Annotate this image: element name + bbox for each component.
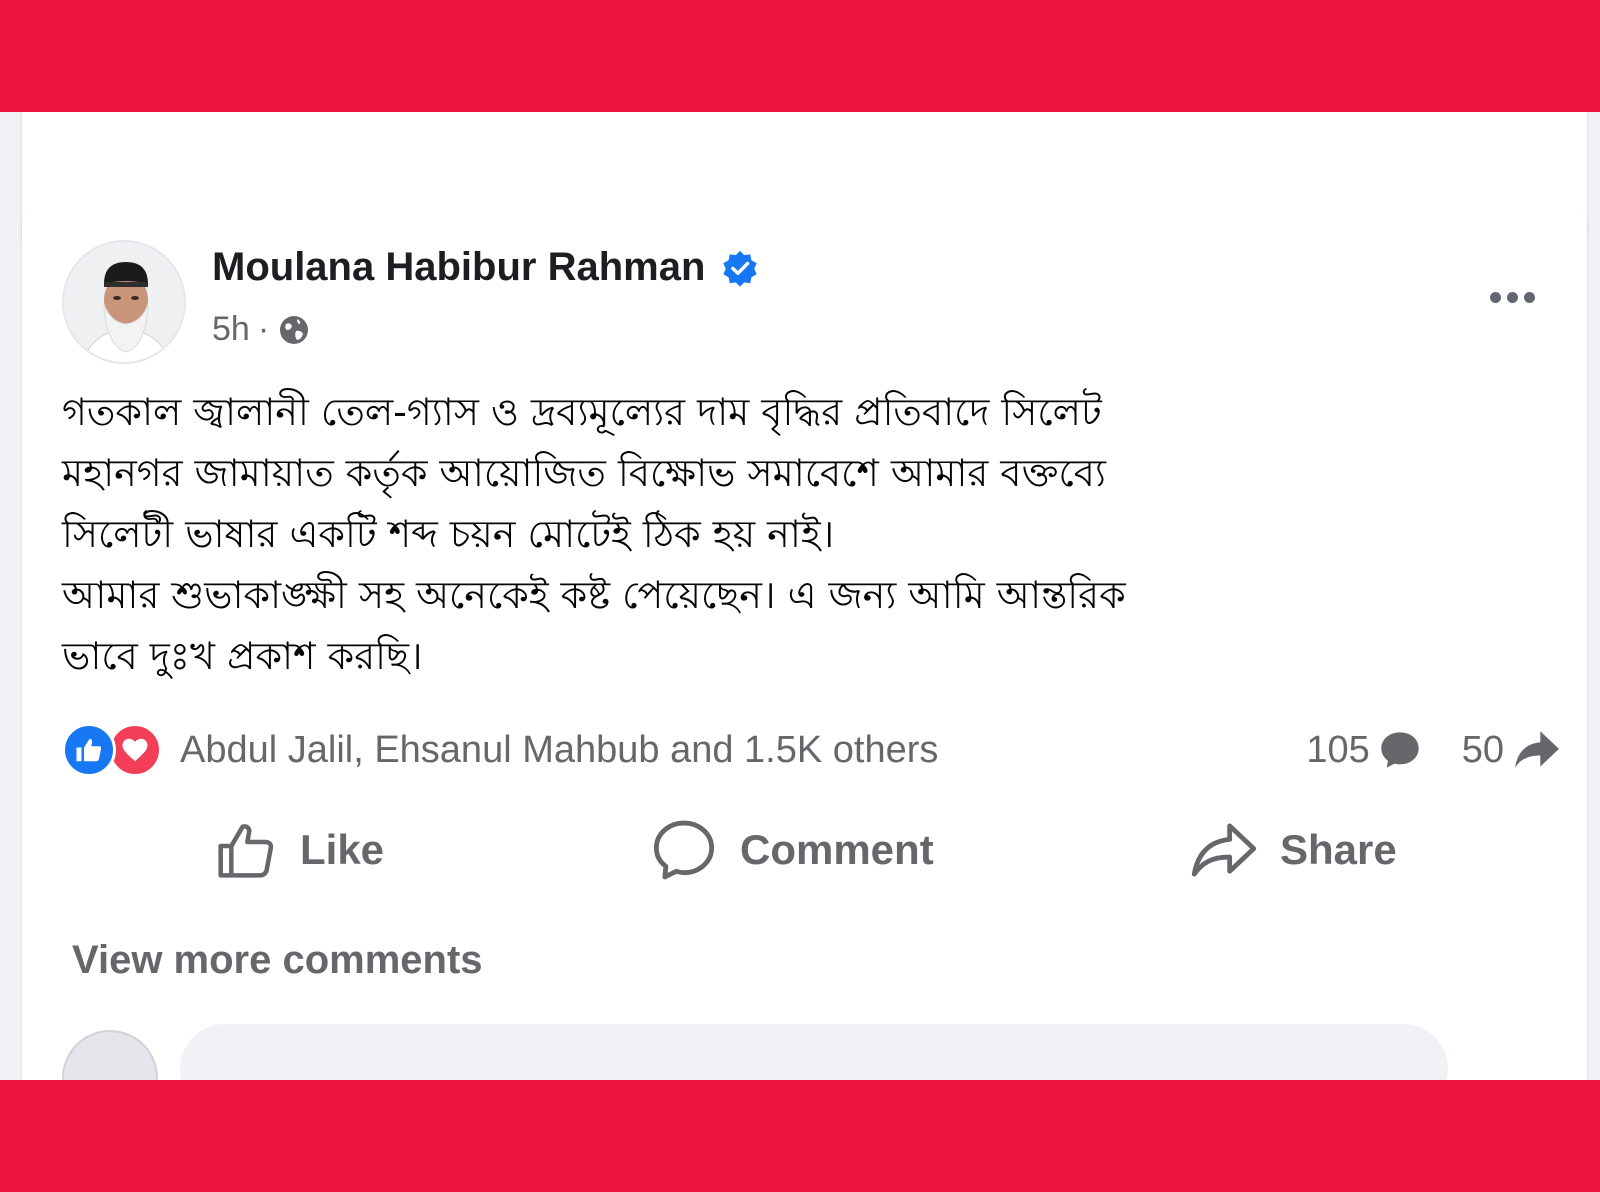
share-button-label: Share: [1280, 826, 1397, 873]
share-icon: [1191, 823, 1257, 877]
more-dot: [1523, 291, 1535, 303]
thumbs-up-icon: [218, 824, 274, 878]
post-meta: 5h ·: [212, 310, 311, 349]
like-reaction-glyph: [76, 738, 102, 762]
share-count-value: 50: [1461, 728, 1504, 771]
top-red-band: [0, 0, 1600, 112]
comment-input-field[interactable]: [180, 1024, 1448, 1080]
like-reaction-icon: [62, 723, 116, 777]
author-name-row: Moulana Habibur Rahman: [212, 245, 759, 290]
bottom-red-band: [0, 1080, 1600, 1192]
post-card: Moulana Habibur Rahman 5h · গতকাল জ্বালা…: [22, 200, 1587, 1080]
reaction-icons[interactable]: [62, 723, 162, 777]
author-name[interactable]: Moulana Habibur Rahman: [212, 245, 705, 290]
more-options-icon[interactable]: [1477, 282, 1547, 312]
comment-count[interactable]: 105: [1306, 728, 1421, 772]
news-feed: Moulana Habibur Rahman 5h · গতকাল জ্বালা…: [0, 112, 1600, 1080]
share-button[interactable]: Share: [1190, 810, 1397, 890]
love-reaction-icon: [108, 723, 162, 777]
like-button-label: Like: [300, 826, 385, 873]
comment-count-value: 105: [1306, 728, 1370, 771]
more-dot: [1489, 291, 1501, 303]
share-arrow-icon: [1515, 731, 1559, 768]
reactions-summary: Abdul Jalil, Ehsanul Mahbub and 1.5K oth…: [62, 722, 1562, 778]
post-actions: Like Comment Share: [22, 810, 1587, 890]
post-timestamp[interactable]: 5h: [212, 310, 250, 349]
share-count[interactable]: 50: [1462, 728, 1562, 772]
post-body-line: ভাবে দুঃখ প্রকাশ করছি।: [62, 634, 423, 678]
like-button[interactable]: Like: [214, 810, 384, 890]
post-body: গতকাল জ্বালানী তেল-গ্যাস ও দ্রব্যমূল্যের…: [62, 382, 1552, 687]
post-body-line: মহানগর জামায়াত কর্তৃক আয়োজিত বিক্ষোভ স…: [62, 451, 1106, 495]
post-body-line: সিলেটী ভাষার একটি শব্দ চয়ন মোটেই ঠিক হয…: [62, 512, 835, 556]
author-avatar[interactable]: [62, 240, 186, 364]
comment-button-label: Comment: [740, 826, 934, 873]
verified-badge-icon: [723, 250, 758, 287]
commenter-avatar[interactable]: [62, 1030, 158, 1080]
post-body-line: গতকাল জ্বালানী তেল-গ্যাস ও দ্রব্যমূল্যের…: [62, 390, 1102, 434]
engagement-counts: 105 50: [1306, 722, 1562, 778]
globe-icon: [280, 315, 309, 344]
reactions-text[interactable]: Abdul Jalil, Ehsanul Mahbub and 1.5K oth…: [180, 729, 938, 772]
love-reaction-glyph: [122, 738, 148, 762]
post-body-line: আমার শুভাকাঙ্ক্ষী সহ অনেকেই কষ্ট পেয়েছে…: [62, 573, 1126, 617]
more-dot: [1506, 291, 1518, 303]
comment-button[interactable]: Comment: [650, 810, 934, 890]
meta-separator: ·: [257, 310, 270, 348]
comment-icon: [653, 820, 715, 880]
view-more-comments-link[interactable]: View more comments: [72, 938, 483, 983]
comment-bubble-icon: [1381, 732, 1419, 768]
avatar-portrait-image: [64, 242, 184, 362]
